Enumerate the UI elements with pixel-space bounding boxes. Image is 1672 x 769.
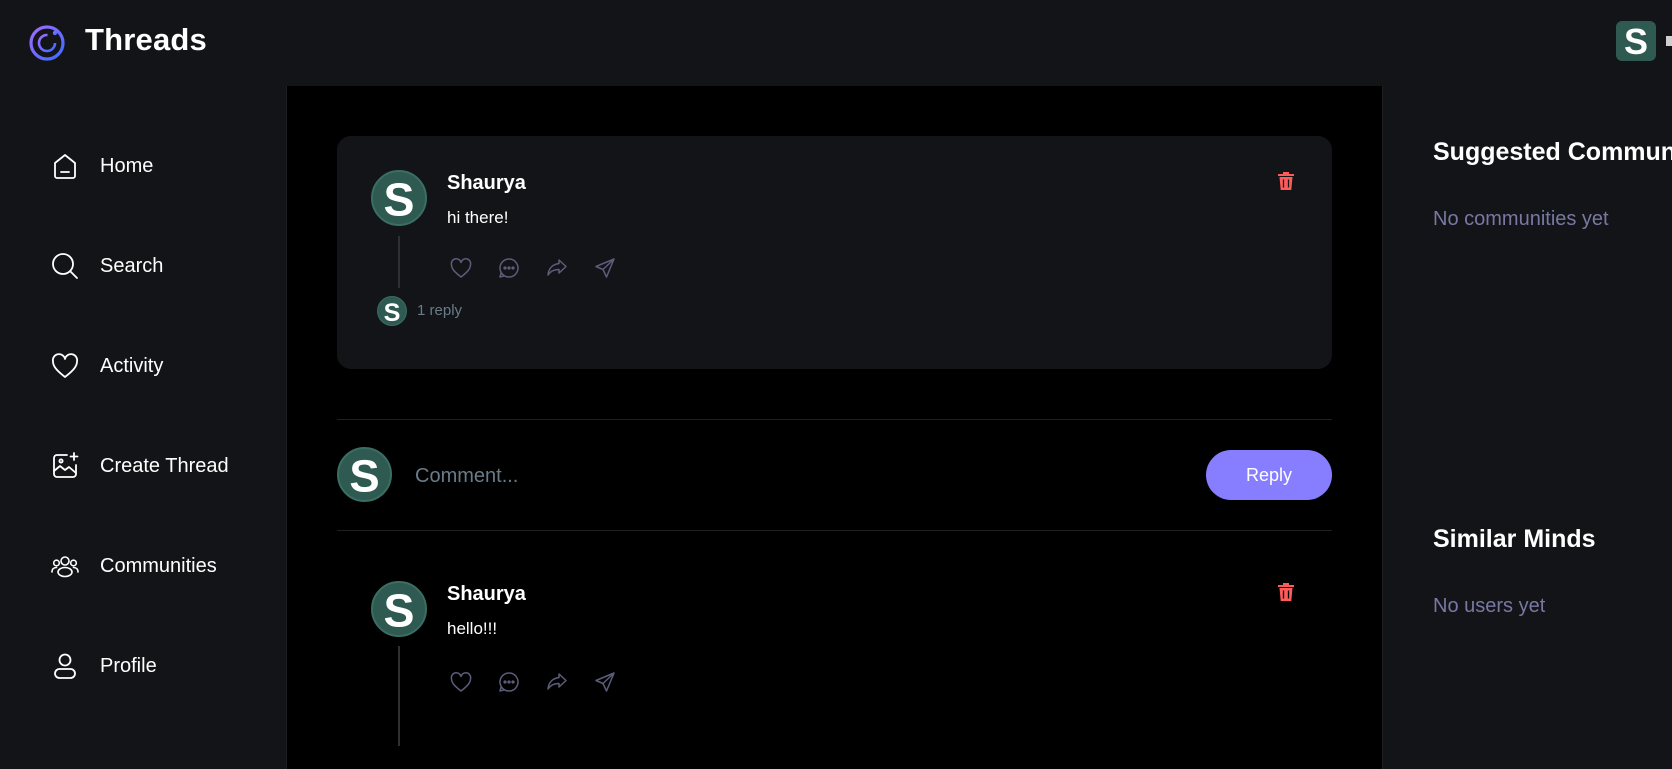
create-thread-icon [48, 449, 82, 483]
thread-actions [449, 256, 617, 280]
sidebar-item-label: Create Thread [100, 454, 229, 477]
current-user-avatar: S [337, 447, 392, 502]
suggested-communities-title: Suggested Communities [1433, 138, 1672, 166]
sidebar-item-search[interactable]: Search [48, 248, 278, 284]
comment-author[interactable]: Shaurya [447, 583, 526, 606]
delete-icon[interactable] [1275, 581, 1297, 603]
sidebar-item-profile[interactable]: Profile [48, 648, 278, 684]
main-content: S Shaurya hi there! S 1 reply S Reply S … [287, 86, 1382, 769]
comment-input[interactable] [415, 458, 1135, 494]
sidebar-item-communities[interactable]: Communities [48, 548, 278, 584]
comment-content: hello!!! [447, 619, 498, 638]
sidebar-item-activity[interactable]: Activity [48, 348, 278, 384]
reply-button[interactable]: Reply [1206, 450, 1332, 500]
reply-icon[interactable] [497, 256, 521, 280]
repost-icon[interactable] [545, 670, 569, 694]
sidebar-item-label: Search [100, 254, 164, 277]
replies-count[interactable]: 1 reply [417, 302, 462, 319]
repost-icon[interactable] [545, 256, 569, 280]
share-icon[interactable] [593, 670, 617, 694]
communities-icon [48, 549, 82, 583]
topbar: Threads S [0, 0, 1672, 86]
divider [337, 419, 1332, 420]
similar-minds-title: Similar Minds [1433, 525, 1596, 553]
sidebar-item-create-thread[interactable]: Create Thread [48, 448, 278, 484]
heart-icon [48, 349, 82, 383]
comment-actions [449, 670, 617, 694]
avatar-letter: S [384, 585, 415, 635]
sidebar-item-label: Communities [100, 554, 217, 577]
avatar-letter: S [384, 174, 415, 224]
sidebar-item-label: Profile [100, 654, 157, 677]
app-title[interactable]: Threads [85, 22, 207, 58]
avatar-letter: S [349, 451, 379, 500]
author-avatar[interactable]: S [371, 170, 427, 226]
thread-author[interactable]: Shaurya [447, 172, 526, 195]
right-sidebar: Suggested Communities No communities yet… [1382, 86, 1672, 769]
thread-content: hi there! [447, 208, 509, 227]
logo-icon[interactable] [28, 24, 66, 62]
thread-line [398, 236, 400, 288]
sidebar-item-home[interactable]: Home [48, 148, 278, 184]
left-sidebar: Home Search Activity Create Thread Commu… [0, 86, 287, 769]
user-avatar[interactable]: S [1616, 21, 1656, 61]
search-icon [48, 249, 82, 283]
reply-avatar: S [377, 296, 407, 326]
share-icon[interactable] [593, 256, 617, 280]
thread-card: S Shaurya hi there! S 1 reply [337, 136, 1332, 369]
sidebar-item-label: Activity [100, 354, 164, 377]
avatar-letter: S [384, 299, 401, 325]
avatar-letter: S [1624, 21, 1648, 61]
communities-empty-text: No communities yet [1433, 208, 1609, 230]
users-empty-text: No users yet [1433, 595, 1546, 617]
signout-icon[interactable] [1666, 36, 1672, 46]
reply-icon[interactable] [497, 670, 521, 694]
author-avatar[interactable]: S [371, 581, 427, 637]
user-icon [48, 649, 82, 683]
sidebar-item-label: Home [100, 154, 154, 177]
heart-icon[interactable] [449, 670, 473, 694]
heart-icon[interactable] [449, 256, 473, 280]
delete-icon[interactable] [1275, 170, 1297, 192]
home-icon [48, 149, 82, 183]
thread-line [398, 646, 400, 746]
divider [337, 530, 1332, 531]
